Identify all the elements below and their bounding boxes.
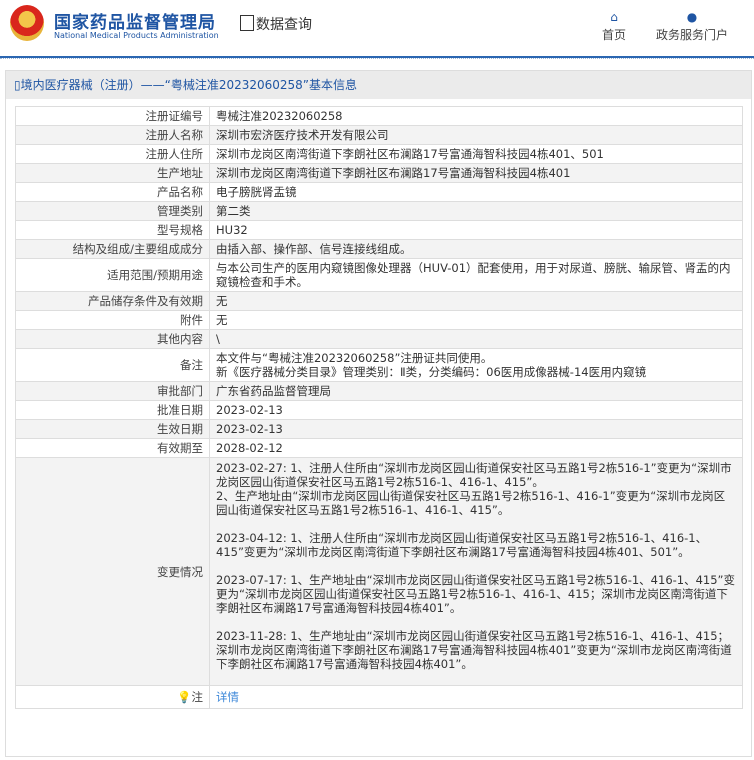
- row-value: 2028-02-12: [209, 438, 743, 458]
- row-value: 无: [209, 310, 743, 330]
- row-label: 批准日期: [15, 400, 210, 420]
- row-value: 与本公司生产的医用内窥镜图像处理器（HUV-01）配套使用，用于对尿道、膀胱、输…: [209, 258, 743, 292]
- table-row: 备注 本文件与“粤械注准20232060258”注册证共同使用。 新《医疗器械分类…: [15, 348, 743, 382]
- row-label: 结构及组成/主要组成成分: [15, 239, 210, 259]
- table-row: 注册证编号 粤械注准20232060258: [15, 106, 743, 126]
- row-label: 有效期至: [15, 438, 210, 458]
- row-value: 第二类: [209, 201, 743, 221]
- row-value: 由插入部、操作部、信号连接线组成。: [209, 239, 743, 259]
- row-label: 注册证编号: [15, 106, 210, 126]
- row-label: 生产地址: [15, 163, 210, 183]
- row-label: 其他内容: [15, 329, 210, 349]
- row-value: 2023-02-13: [209, 400, 743, 420]
- site-header: 国家药品监督管理局 National Medical Products Admi…: [0, 0, 754, 59]
- detail-panel: ▯境内医疗器械（注册）——“粤械注准20232060258”基本信息 注册证编号…: [5, 70, 752, 757]
- nav-portal[interactable]: ● 政务服务门户: [656, 10, 728, 43]
- note-row: 💡注 详情: [15, 685, 743, 709]
- table-row: 附件无: [15, 310, 743, 330]
- table-row: 生产地址 深圳市龙岗区南湾街道下李朗社区布澜路17号富通海智科技园4栋401: [15, 163, 743, 183]
- row-label: 产品名称: [15, 182, 210, 202]
- row-value: 2023-02-27: 1、注册人住所由“深圳市龙岗区园山街道保安社区马五路1号…: [209, 457, 743, 686]
- nav-portal-label: 政务服务门户: [656, 28, 729, 42]
- row-value: 广东省药品监督管理局: [209, 381, 743, 401]
- row-label: 管理类别: [15, 201, 210, 221]
- row-value: 电子膀胱肾盂镜: [209, 182, 743, 202]
- logo-title[interactable]: 国家药品监督管理局: [54, 8, 216, 33]
- table-row: 注册人住所 深圳市龙岗区南湾街道下李朗社区布澜路17号富通海智科技园4栋401、5…: [15, 144, 743, 164]
- row-value: 粤械注准20232060258: [209, 106, 743, 126]
- table-row: 其他内容 \: [15, 329, 743, 349]
- table-row: 型号规格 HU32: [15, 220, 743, 240]
- table-row: 注册人名称 深圳市宏济医疗技术开发有限公司: [15, 125, 743, 145]
- row-label: 产品储存条件及有效期: [15, 291, 210, 311]
- row-value: HU32: [209, 220, 743, 240]
- row-label: 注册人住所: [15, 144, 210, 164]
- row-value: 深圳市龙岗区南湾街道下李朗社区布澜路17号富通海智科技园4栋401、501: [209, 144, 743, 164]
- panel-title-text: 境内医疗器械（注册）——“粤械注准20232060258”基本信息: [20, 78, 358, 92]
- row-value: 2023-02-13: [209, 419, 743, 439]
- document-icon: ▯: [14, 78, 21, 92]
- note-label: 注: [191, 690, 204, 704]
- row-value: 深圳市宏济医疗技术开发有限公司: [209, 125, 743, 145]
- table-row: 管理类别 第二类: [15, 201, 743, 221]
- row-label: 适用范围/预期用途: [15, 258, 210, 292]
- logo-subtitle: National Medical Products Administration: [54, 31, 219, 40]
- table-row: 有效期至 2028-02-12: [15, 438, 743, 458]
- national-emblem-logo: [10, 5, 44, 41]
- row-value: 无: [209, 291, 743, 311]
- detail-table: 注册证编号 粤械注准20232060258 注册人名称 深圳市宏济医疗技术开发有限公司…: [15, 106, 743, 709]
- row-value: \: [209, 329, 743, 349]
- row-label: 型号规格: [15, 220, 210, 240]
- nav-home[interactable]: ⌂ 首页: [602, 10, 626, 43]
- home-icon: ⌂: [610, 10, 618, 24]
- document-search-icon: [240, 15, 254, 31]
- row-label: 生效日期: [15, 419, 210, 439]
- panel-title: ▯境内医疗器械（注册）——“粤械注准20232060258”基本信息: [6, 71, 751, 99]
- section-label: 数据查询: [256, 17, 312, 33]
- user-icon: ●: [686, 10, 698, 24]
- row-label: 注册人名称: [15, 125, 210, 145]
- table-row: 产品储存条件及有效期无: [15, 291, 743, 311]
- nav-home-label: 首页: [602, 28, 627, 42]
- note-label-cell: 💡注: [15, 685, 210, 709]
- table-row: 批准日期 2023-02-13: [15, 400, 743, 420]
- row-value: 深圳市龙岗区南湾街道下李朗社区布澜路17号富通海智科技园4栋401: [209, 163, 743, 183]
- details-link[interactable]: 详情: [216, 690, 239, 704]
- table-row: 产品名称 电子膀胱肾盂镜: [15, 182, 743, 202]
- row-label: 备注: [15, 348, 210, 382]
- row-label: 变更情况: [15, 457, 210, 686]
- table-row: 审批部门 广东省药品监督管理局: [15, 381, 743, 401]
- table-row: 生效日期 2023-02-13: [15, 419, 743, 439]
- table-row: 适用范围/预期用途 与本公司生产的医用内窥镜图像处理器（HUV-01）配套使用，用…: [15, 258, 743, 292]
- row-value: 本文件与“粤械注准20232060258”注册证共同使用。 新《医疗器械分类目录…: [209, 348, 743, 382]
- note-value: 详情: [209, 685, 743, 709]
- row-label: 审批部门: [15, 381, 210, 401]
- section-title: 数据查询: [240, 14, 312, 34]
- table-row: 结构及组成/主要组成成分 由插入部、操作部、信号连接线组成。: [15, 239, 743, 259]
- bulb-icon: 💡: [177, 690, 192, 704]
- row-label: 附件: [15, 310, 210, 330]
- table-row: 变更情况 2023-02-27: 1、注册人住所由“深圳市龙岗区园山街道保安社区马…: [15, 457, 743, 686]
